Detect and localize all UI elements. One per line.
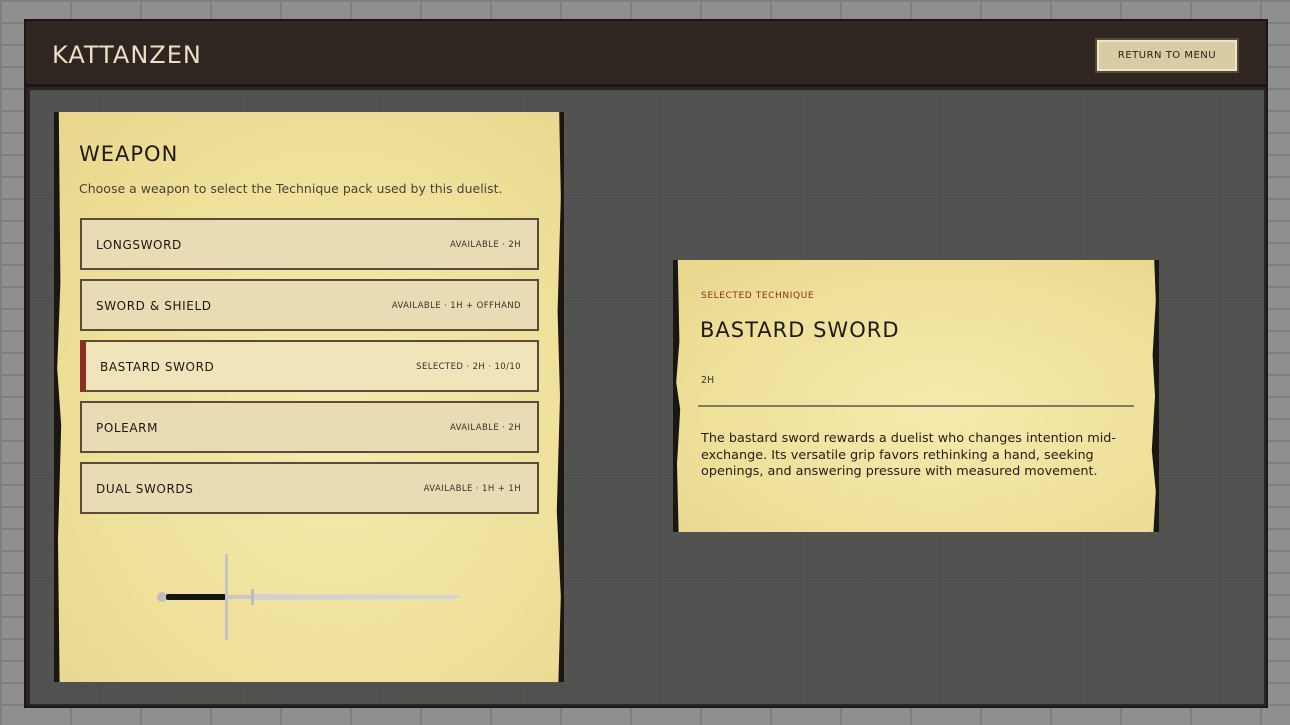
weapon-meta: AVAILABLE · 2H: [449, 240, 521, 250]
weapon-name: DUAL SWORDS: [96, 482, 194, 496]
weapon-option-bastard-sword[interactable]: BASTARD SWORD SELECTED · 2H · 10/10: [80, 340, 539, 392]
weapon-panel-description: Choose a weapon to select the Technique …: [79, 181, 503, 196]
technique-panel: SELECTED TECHNIQUE BASTARD SWORD 2H The …: [673, 260, 1159, 532]
weapon-name: BASTARD SWORD: [100, 360, 215, 374]
divider: [698, 405, 1134, 407]
weapon-option-sword-and-shield[interactable]: SWORD & SHIELD AVAILABLE · 1H + OFFHAND: [80, 279, 539, 331]
weapon-list: LONGSWORD AVAILABLE · 2H SWORD & SHIELD …: [80, 218, 539, 523]
technique-title: BASTARD SWORD: [700, 318, 900, 342]
weapon-option-polearm[interactable]: POLEARM AVAILABLE · 2H: [80, 401, 539, 453]
weapon-name: LONGSWORD: [96, 238, 182, 252]
weapon-option-dual-swords[interactable]: DUAL SWORDS AVAILABLE · 1H + 1H: [80, 462, 539, 514]
selection-stage: WEAPON Choose a weapon to select the Tec…: [30, 90, 1264, 704]
technique-label: SELECTED TECHNIQUE: [701, 291, 815, 301]
torn-edge-left: [54, 112, 62, 682]
bastard-sword-icon: [157, 554, 462, 640]
weapon-meta: AVAILABLE · 1H + 1H: [423, 484, 521, 494]
weapon-meta: SELECTED · 2H · 10/10: [416, 362, 521, 372]
game-title: KATTANZEN: [52, 41, 202, 69]
torn-edge-right: [556, 112, 564, 682]
torn-edge-left: [673, 260, 681, 532]
return-to-menu-button[interactable]: RETURN TO MENU: [1095, 38, 1239, 73]
weapon-name: POLEARM: [96, 421, 159, 435]
weapon-meta: AVAILABLE · 2H: [449, 423, 521, 433]
weapon-panel: WEAPON Choose a weapon to select the Tec…: [54, 112, 564, 682]
technique-description: The bastard sword rewards a duelist who …: [701, 431, 1117, 479]
game-frame: KATTANZEN RETURN TO MENU WEAPON Choose a…: [24, 19, 1268, 708]
torn-edge-right: [1151, 260, 1159, 532]
weapon-meta: AVAILABLE · 1H + OFFHAND: [391, 301, 521, 311]
weapon-name: SWORD & SHIELD: [96, 299, 212, 313]
weapon-option-longsword[interactable]: LONGSWORD AVAILABLE · 2H: [80, 218, 539, 270]
technique-hands: 2H: [701, 375, 715, 386]
weapon-panel-title: WEAPON: [79, 142, 179, 166]
top-bar: KATTANZEN RETURN TO MENU: [26, 21, 1266, 87]
